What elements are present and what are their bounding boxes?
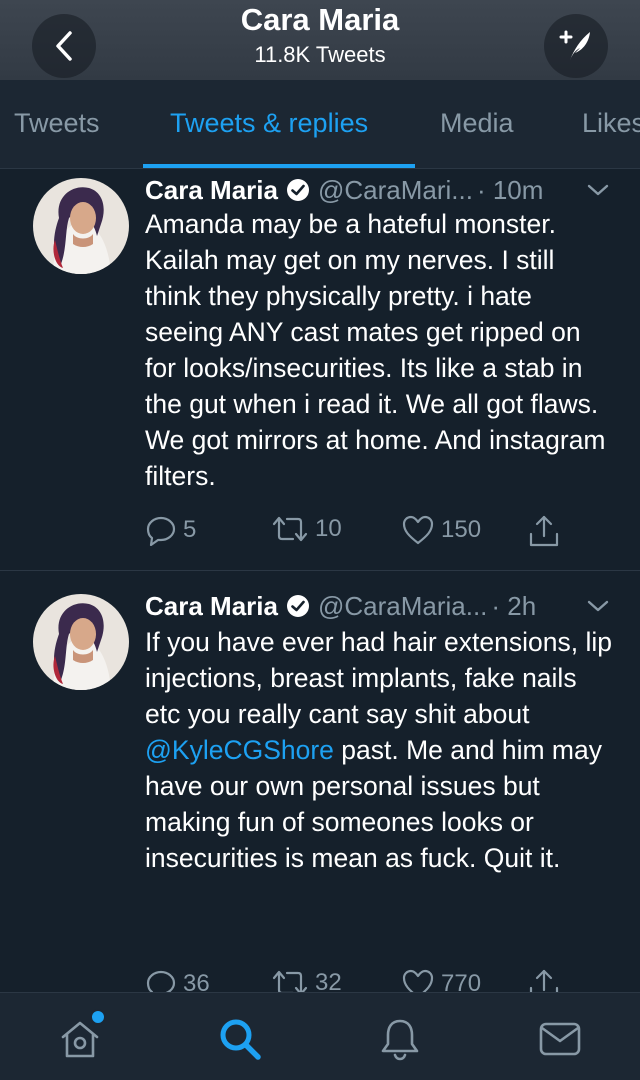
tweet-header: Cara Maria @CaraMari... · 10m: [145, 170, 640, 210]
tab-likes[interactable]: Likes: [582, 108, 640, 139]
tweet-text: Amanda may be a hateful monster. Kailah …: [145, 209, 606, 491]
tab-tweets-replies[interactable]: Tweets & replies: [170, 108, 368, 139]
notifications-icon: [381, 1019, 419, 1061]
like-icon: [402, 515, 434, 545]
chevron-down-icon[interactable]: [586, 598, 610, 614]
retweet-button[interactable]: 10: [271, 514, 342, 544]
author-name[interactable]: Cara Maria: [145, 175, 278, 206]
avatar[interactable]: [33, 594, 129, 690]
author-handle[interactable]: @CaraMaria...: [318, 591, 487, 622]
tab-media[interactable]: Media: [440, 108, 514, 139]
tweet-header: Cara Maria @CaraMaria... · 2h: [145, 586, 640, 626]
tweet-time: · 10m: [476, 174, 544, 205]
share-icon: [529, 515, 559, 547]
mention-link[interactable]: @KyleCGShore: [145, 735, 334, 765]
compose-tweet-button[interactable]: [544, 14, 608, 78]
like-count: 150: [441, 516, 482, 543]
avatar[interactable]: [33, 178, 129, 274]
search-icon: [220, 1019, 261, 1060]
tweet-text: If you have ever had hair extensions, li…: [145, 624, 615, 876]
reply-icon: [146, 516, 176, 546]
tweet-text-part: If you have ever had hair extensions, li…: [145, 627, 612, 729]
chevron-down-icon[interactable]: [586, 182, 610, 198]
nav-search[interactable]: [216, 1015, 264, 1063]
retweet-icon: [272, 516, 308, 542]
tweet-time: · 2h: [491, 590, 537, 621]
tab-tweets[interactable]: Tweets: [14, 108, 100, 139]
reply-count: 5: [183, 516, 197, 543]
new-content-dot: [90, 1009, 106, 1025]
nav-messages[interactable]: [536, 1015, 584, 1063]
reply-button[interactable]: 5: [145, 514, 196, 546]
profile-header: Cara Maria 11.8K Tweets: [0, 0, 640, 80]
profile-name-title: Cara Maria: [240, 2, 400, 37]
messages-icon: [539, 1022, 581, 1056]
compose-tweet-icon: [559, 30, 590, 60]
nav-notifications[interactable]: [376, 1015, 424, 1063]
verified-icon: [286, 179, 309, 201]
verified-icon: [286, 595, 309, 617]
author-name[interactable]: Cara Maria: [145, 591, 278, 622]
share-button[interactable]: [527, 514, 567, 548]
retweet-count: 10: [315, 515, 342, 542]
like-button[interactable]: 150: [401, 514, 481, 546]
profile-tabs: Tweets Tweets & replies Media Likes: [0, 80, 640, 169]
tweet[interactable]: Cara Maria @CaraMari... · 10m Amanda may…: [0, 168, 640, 571]
tweet[interactable]: Cara Maria @CaraMaria... · 2h If you hav…: [0, 572, 640, 1001]
bottom-tab-bar: [0, 992, 640, 1080]
author-handle[interactable]: @CaraMari...: [318, 175, 473, 206]
